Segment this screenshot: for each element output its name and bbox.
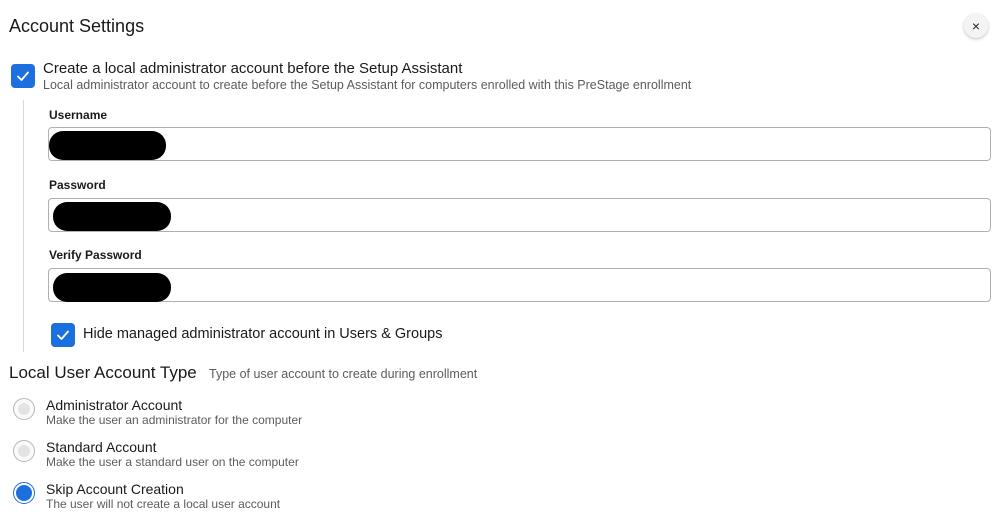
option-title-standard: Standard Account [46, 439, 157, 455]
create-admin-account-description: Local administrator account to create be… [43, 78, 692, 92]
section-description-local-user-type: Type of user account to create during en… [209, 367, 478, 381]
verify-password-label: Verify Password [49, 248, 142, 262]
redacted-value [53, 202, 171, 231]
nested-section-divider [23, 100, 24, 352]
redacted-value [53, 273, 171, 302]
option-description-administrator: Make the user an administrator for the c… [46, 413, 303, 427]
create-admin-account-checkbox[interactable] [11, 64, 35, 88]
option-description-skip: The user will not create a local user ac… [46, 497, 281, 511]
radio-skip-account-creation[interactable] [13, 482, 35, 504]
verify-password-input[interactable] [48, 268, 991, 302]
create-admin-account-label: Create a local administrator account bef… [43, 60, 463, 77]
radio-indicator [18, 403, 30, 415]
radio-administrator-account[interactable] [13, 398, 35, 420]
close-button[interactable]: × [964, 14, 988, 38]
checkmark-icon [17, 71, 29, 81]
username-label: Username [49, 108, 108, 122]
radio-indicator-selected [16, 485, 32, 501]
option-title-skip: Skip Account Creation [46, 481, 184, 497]
hide-admin-account-label: Hide managed administrator account in Us… [83, 326, 443, 342]
radio-indicator [18, 445, 30, 457]
option-title-administrator: Administrator Account [46, 397, 183, 413]
checkmark-icon [57, 330, 69, 340]
password-input[interactable] [48, 198, 991, 232]
password-label: Password [49, 178, 106, 192]
hide-admin-account-checkbox[interactable] [51, 323, 75, 347]
username-input[interactable] [48, 127, 991, 161]
radio-standard-account[interactable] [13, 440, 35, 462]
redacted-value [49, 131, 166, 160]
section-title-local-user-type: Local User Account Type [9, 363, 197, 382]
close-icon: × [971, 18, 981, 34]
page-title: Account Settings [9, 16, 145, 36]
option-description-standard: Make the user a standard user on the com… [46, 455, 299, 469]
